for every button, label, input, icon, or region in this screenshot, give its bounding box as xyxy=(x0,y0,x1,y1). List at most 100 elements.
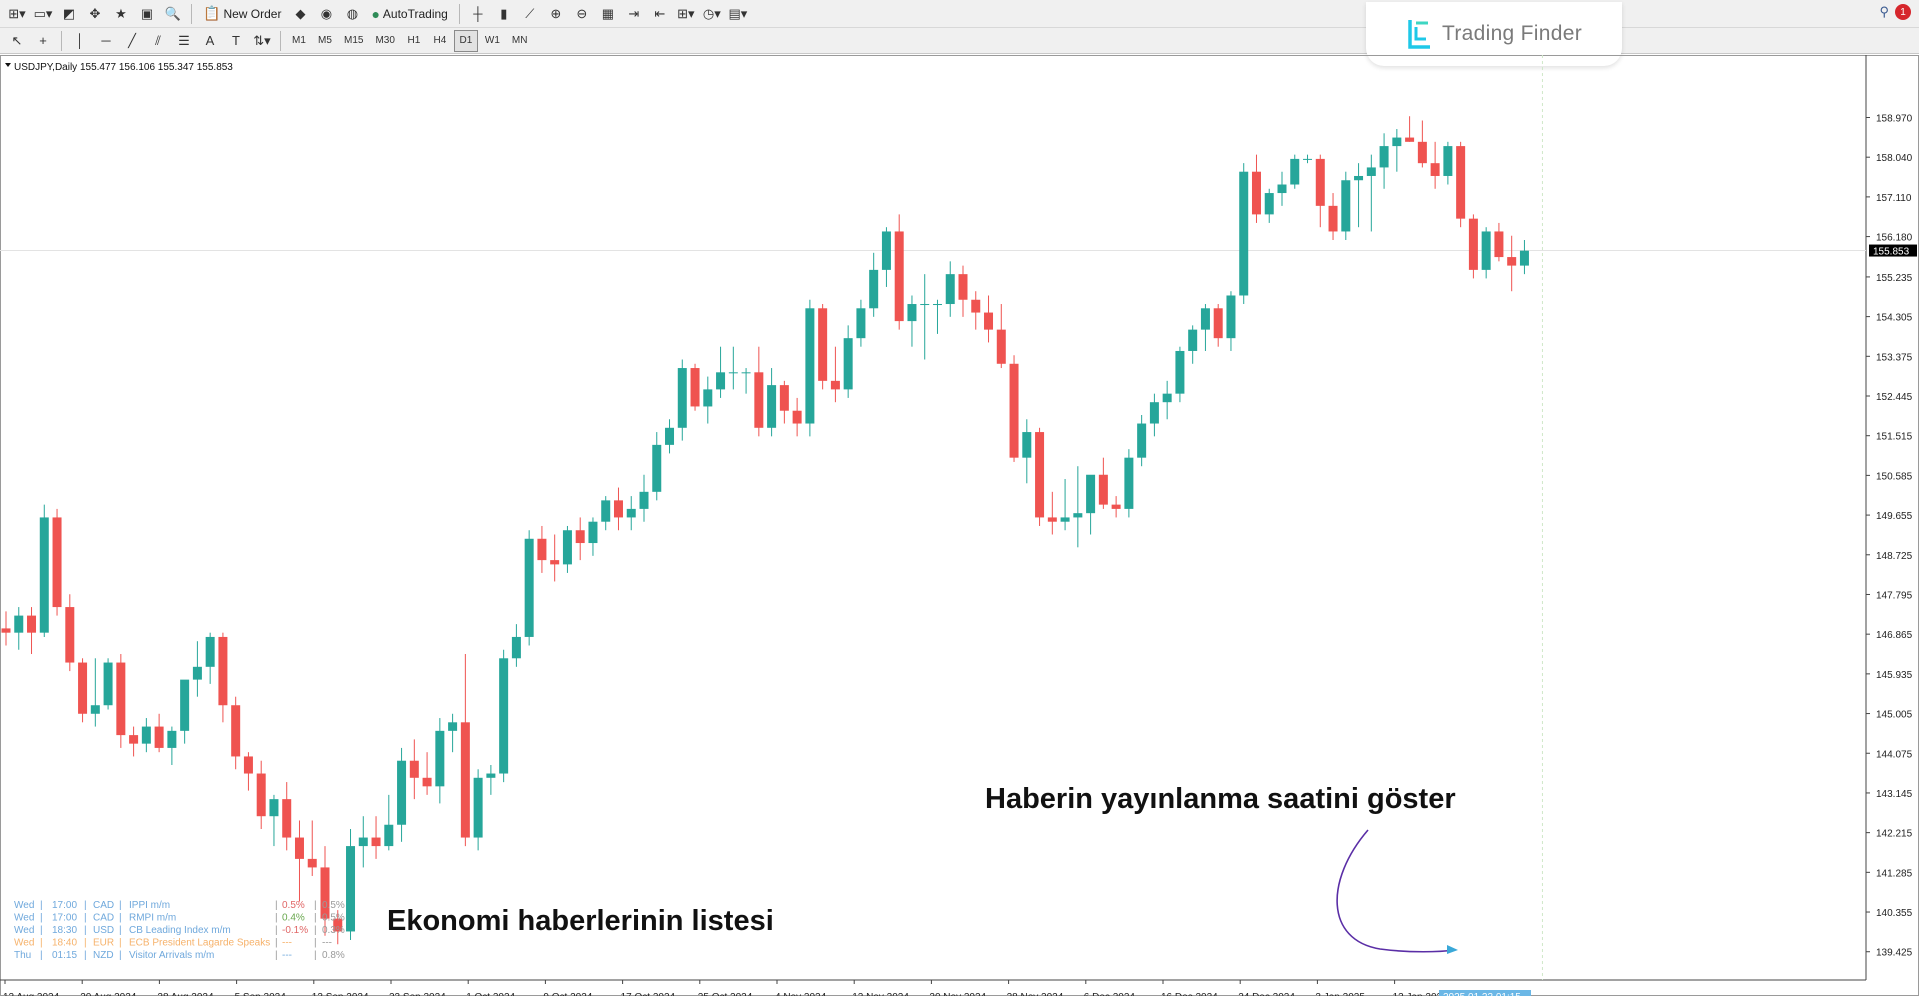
equidistant-channel-icon[interactable]: ⫽ xyxy=(146,30,170,52)
timeframe-mn[interactable]: MN xyxy=(507,30,533,52)
time-tick-label: 9 Oct 2024 xyxy=(543,992,592,996)
search-icon[interactable]: ⚲ xyxy=(1879,4,1889,20)
text-label-icon[interactable]: T xyxy=(224,30,248,52)
time-tick-label: 13 Sep 2024 xyxy=(312,992,369,996)
metaeditor-icon[interactable]: ◆ xyxy=(288,3,312,25)
market-watch-icon[interactable]: ◩ xyxy=(57,3,81,25)
bullish-candle xyxy=(1226,295,1236,339)
bullish-candle xyxy=(562,530,572,565)
news-row-separator: | xyxy=(119,900,122,911)
new-order-button[interactable]: 📋 New Order xyxy=(198,3,286,25)
data-window-icon[interactable]: ✥ xyxy=(83,3,107,25)
bullish-candle xyxy=(486,773,496,778)
news-row-currency: NZD xyxy=(93,950,114,961)
autoscroll-icon[interactable]: ⇤ xyxy=(648,3,672,25)
timeframe-m1[interactable]: M1 xyxy=(287,30,311,52)
bullish-candle xyxy=(103,662,113,706)
bearish-candle xyxy=(218,636,228,706)
arrows-icon[interactable]: ⇅▾ xyxy=(250,30,274,52)
candlestick-icon[interactable]: ▮ xyxy=(492,3,516,25)
bearish-candle xyxy=(971,299,981,313)
terminal-icon[interactable]: ▣ xyxy=(135,3,159,25)
strategy-tester-icon[interactable]: 🔍 xyxy=(161,3,185,25)
timeframe-m15[interactable]: M15 xyxy=(339,30,368,52)
bullish-candle xyxy=(1303,158,1313,160)
community-icon[interactable]: ◍ xyxy=(340,3,364,25)
templates-icon[interactable]: ▤▾ xyxy=(726,3,750,25)
news-row-event: ECB President Lagarde Speaks xyxy=(129,938,270,949)
bullish-candle xyxy=(448,722,458,731)
bullish-candle xyxy=(346,846,356,932)
timeframe-h4[interactable]: H4 xyxy=(428,30,452,52)
notification-badge[interactable]: 1 xyxy=(1895,4,1911,20)
news-row-time: 18:40 xyxy=(52,938,77,949)
news-row-currency: CAD xyxy=(93,913,114,924)
annotation-news-list: Ekonomi haberlerinin listesi xyxy=(387,905,774,937)
horizontal-line-icon[interactable]: ─ xyxy=(94,30,118,52)
timeframe-w1[interactable]: W1 xyxy=(480,30,505,52)
timeframe-m30[interactable]: M30 xyxy=(370,30,399,52)
zoom-in-icon[interactable]: ⊕ xyxy=(544,3,568,25)
news-row-time: 18:30 xyxy=(52,925,77,936)
fibonacci-icon[interactable]: ☰ xyxy=(172,30,196,52)
bearish-candle xyxy=(256,773,266,817)
price-tick-label: 152.445 xyxy=(1876,392,1913,403)
timeframe-m5[interactable]: M5 xyxy=(313,30,337,52)
vertical-line-icon[interactable]: │ xyxy=(68,30,92,52)
crosshair-icon[interactable]: + xyxy=(31,30,55,52)
bearish-candle xyxy=(1315,158,1325,206)
bullish-candle xyxy=(945,274,955,305)
chart-shift-icon[interactable]: ⇥ xyxy=(622,3,646,25)
news-row-event: CB Leading Index m/m xyxy=(129,925,231,936)
chart-window[interactable]: USDJPY,Daily 155.477 156.106 155.347 155… xyxy=(0,55,1919,996)
toolbar-divider xyxy=(61,30,62,51)
timeframe-h1[interactable]: H1 xyxy=(402,30,426,52)
bearish-candle xyxy=(52,517,62,608)
bearish-candle xyxy=(1417,141,1427,164)
bullish-candle xyxy=(665,427,675,445)
zoom-out-icon[interactable]: ⊖ xyxy=(570,3,594,25)
bar-chart-icon[interactable]: ┼ xyxy=(466,3,490,25)
news-row-previous: 0.8% xyxy=(322,950,345,961)
price-tick-label: 153.375 xyxy=(1876,352,1913,363)
new-chart-icon[interactable]: ⊞▾ xyxy=(5,3,29,25)
bullish-candle xyxy=(741,372,751,374)
bearish-candle xyxy=(116,662,126,736)
navigator-icon[interactable]: ★ xyxy=(109,3,133,25)
timeframe-bar: M1 M5 M15 M30 H1 H4 D1 W1 MN xyxy=(286,29,533,52)
bullish-candle xyxy=(881,231,891,270)
cursor-icon[interactable]: ↖ xyxy=(5,30,29,52)
line-chart-icon[interactable]: ⟋ xyxy=(518,3,542,25)
trendline-icon[interactable]: ╱ xyxy=(120,30,144,52)
indicators-icon[interactable]: ⊞▾ xyxy=(674,3,698,25)
text-icon[interactable]: A xyxy=(198,30,222,52)
news-row-separator: | xyxy=(275,950,278,961)
autotrading-button[interactable]: ● AutoTrading xyxy=(366,3,452,25)
price-chart[interactable]: USDJPY,Daily 155.477 156.106 155.347 155… xyxy=(0,55,1919,996)
bullish-candle xyxy=(511,636,521,659)
bearish-candle xyxy=(792,410,802,424)
news-row-separator: | xyxy=(314,913,317,924)
periods-icon[interactable]: ◷▾ xyxy=(700,3,724,25)
tile-windows-icon[interactable]: ▦ xyxy=(596,3,620,25)
profiles-icon[interactable]: ▭▾ xyxy=(31,3,55,25)
bullish-candle xyxy=(716,372,726,390)
news-row-separator: | xyxy=(84,950,87,961)
price-tick-label: 150.585 xyxy=(1876,471,1913,482)
bullish-candle xyxy=(397,760,407,825)
news-row-separator: | xyxy=(84,938,87,949)
bullish-candle xyxy=(856,308,866,339)
news-row-previous: 0.5% xyxy=(322,913,345,924)
price-tick-label: 158.040 xyxy=(1876,153,1913,164)
bearish-candle xyxy=(1494,231,1504,258)
timeframe-d1[interactable]: D1 xyxy=(453,29,478,52)
bullish-candle xyxy=(180,679,190,731)
bullish-candle xyxy=(1137,423,1147,458)
news-row-time: 17:00 xyxy=(52,900,77,911)
bullish-candle xyxy=(843,338,853,390)
signals-icon[interactable]: ◉ xyxy=(314,3,338,25)
news-row-separator: | xyxy=(84,913,87,924)
trading-finder-logo-icon xyxy=(1408,20,1430,49)
annotation-arrow-head-icon xyxy=(1447,945,1458,954)
time-tick-label: 12 Nov 2024 xyxy=(852,992,909,996)
